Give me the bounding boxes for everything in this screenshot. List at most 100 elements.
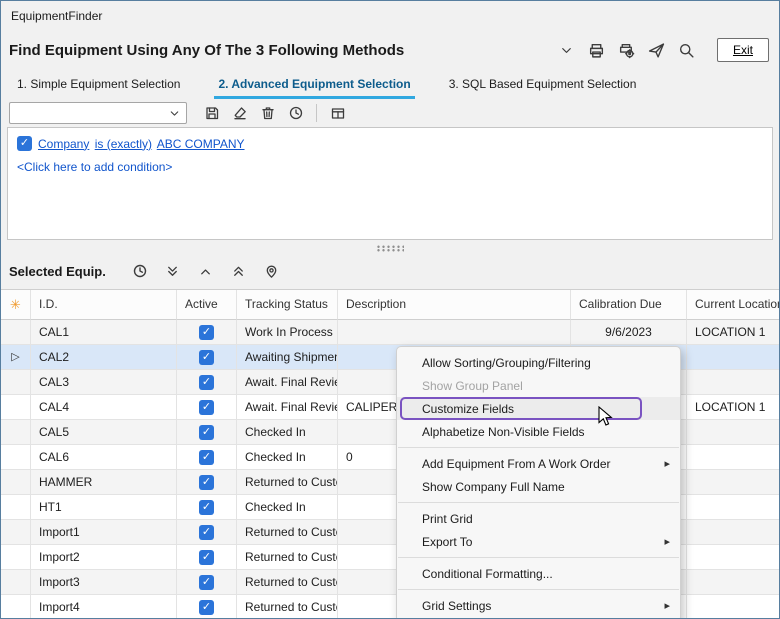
condition-checkbox[interactable]: ✓: [17, 136, 32, 151]
cell-tracking-status: Awaiting Shipmen: [237, 345, 338, 370]
active-checkbox[interactable]: ✓: [199, 575, 214, 590]
splitter-grip-icon: [376, 245, 404, 252]
active-checkbox[interactable]: ✓: [199, 600, 214, 615]
header-row: Find Equipment Using Any Of The 3 Follow…: [9, 33, 769, 67]
cell-tracking-status: Checked In: [237, 445, 338, 470]
active-checkbox[interactable]: ✓: [199, 425, 214, 440]
double-chevron-up-icon[interactable]: [229, 261, 249, 281]
panel-splitter[interactable]: [1, 242, 779, 254]
active-checkbox[interactable]: ✓: [199, 350, 214, 365]
cell-current-location: [687, 570, 779, 595]
check-icon: ✓: [202, 576, 211, 588]
active-checkbox[interactable]: ✓: [199, 450, 214, 465]
cell-current-location: [687, 445, 779, 470]
cell-id: CAL3: [31, 370, 177, 395]
submenu-arrow-icon: ▸: [664, 535, 670, 548]
cell-calibration-due: 9/6/2023: [571, 320, 687, 345]
cell-tracking-status: Returned to Custo: [237, 545, 338, 570]
active-checkbox[interactable]: ✓: [199, 550, 214, 565]
tab-advanced-equipment-selection[interactable]: 2. Advanced Equipment Selection: [214, 73, 414, 99]
row-indicator-icon: ▷: [11, 351, 19, 363]
table-row[interactable]: CAL1✓Work In Process9/6/2023LOCATION 1: [1, 320, 779, 345]
column-header-current-location[interactable]: Current Location: [687, 290, 779, 320]
cell-tracking-status: Await. Final Reviev: [237, 370, 338, 395]
chevron-down-icon[interactable]: [557, 41, 576, 60]
column-header-active[interactable]: Active: [177, 290, 237, 320]
menu-item-conditional-formatting[interactable]: Conditional Formatting...: [397, 562, 680, 585]
location-pin-icon[interactable]: [262, 261, 282, 281]
menu-separator: [398, 502, 679, 503]
active-checkbox[interactable]: ✓: [199, 475, 214, 490]
header-icons: Exit: [557, 38, 769, 62]
cell-active: ✓: [177, 545, 237, 570]
active-checkbox[interactable]: ✓: [199, 400, 214, 415]
row-indicator: [1, 445, 31, 470]
search-icon[interactable]: [677, 41, 696, 60]
cell-id: HAMMER: [31, 470, 177, 495]
exit-button[interactable]: Exit: [717, 38, 769, 62]
menu-item-show-company-full-name[interactable]: Show Company Full Name: [397, 475, 680, 498]
menu-item-print-grid[interactable]: Print Grid: [397, 507, 680, 530]
condition-field-link[interactable]: Company: [38, 137, 89, 151]
menu-item-grid-settings[interactable]: Grid Settings▸: [397, 594, 680, 617]
condition-operator-link[interactable]: is (exactly): [95, 137, 152, 151]
cell-current-location: [687, 345, 779, 370]
page-title: Find Equipment Using Any Of The 3 Follow…: [9, 42, 404, 59]
tab-sql-based-equipment-selection[interactable]: 3. SQL Based Equipment Selection: [445, 73, 641, 99]
chevron-up-icon[interactable]: [196, 261, 216, 281]
column-header-description[interactable]: Description: [338, 290, 571, 320]
print-settings-icon[interactable]: [617, 41, 636, 60]
check-icon: ✓: [202, 401, 211, 413]
eraser-icon[interactable]: [228, 102, 251, 125]
menu-item-label: Show Group Panel: [422, 379, 670, 393]
cell-active: ✓: [177, 495, 237, 520]
menu-item-customize-fields[interactable]: Customize Fields: [397, 397, 680, 420]
active-checkbox[interactable]: ✓: [199, 500, 214, 515]
menu-item-allow-sorting-grouping-filtering[interactable]: Allow Sorting/Grouping/Filtering: [397, 351, 680, 374]
active-checkbox[interactable]: ✓: [199, 525, 214, 540]
active-checkbox[interactable]: ✓: [199, 325, 214, 340]
cell-active: ✓: [177, 420, 237, 445]
active-checkbox[interactable]: ✓: [199, 375, 214, 390]
save-icon[interactable]: [200, 102, 223, 125]
menu-separator: [398, 447, 679, 448]
menu-item-export-to[interactable]: Export To▸: [397, 530, 680, 553]
menu-item-label: Add Equipment From A Work Order: [422, 457, 656, 471]
cell-id: CAL4: [31, 395, 177, 420]
cell-current-location: LOCATION 1: [687, 320, 779, 345]
print-icon[interactable]: [587, 41, 606, 60]
condition-value-link[interactable]: ABC COMPANY: [157, 137, 245, 151]
saved-selection-combobox[interactable]: [9, 102, 187, 124]
send-icon[interactable]: [647, 41, 666, 60]
double-chevron-down-icon[interactable]: [163, 261, 183, 281]
column-header-indicator: ✳: [1, 290, 31, 320]
tab-simple-equipment-selection[interactable]: 1. Simple Equipment Selection: [13, 73, 184, 99]
cell-active: ✓: [177, 520, 237, 545]
cell-id: Import4: [31, 595, 177, 618]
cell-tracking-status: Work In Process: [237, 320, 338, 345]
menu-item-show-group-panel: Show Group Panel: [397, 374, 680, 397]
manage-selections-icon[interactable]: [326, 102, 349, 125]
cell-current-location: [687, 520, 779, 545]
column-header-calibration-due[interactable]: Calibration Due: [571, 290, 687, 320]
grid-header-row: ✳ I.D.ActiveTracking StatusDescriptionCal…: [1, 290, 779, 320]
trash-icon[interactable]: [256, 102, 279, 125]
cell-tracking-status: Returned to Custo: [237, 570, 338, 595]
check-icon: ✓: [202, 426, 211, 438]
cell-tracking-status: Checked In: [237, 495, 338, 520]
cell-id: Import1: [31, 520, 177, 545]
column-header-tracking-status[interactable]: Tracking Status: [237, 290, 338, 320]
clock-icon[interactable]: [130, 261, 150, 281]
clock-icon[interactable]: [284, 102, 307, 125]
customization-sun-icon[interactable]: ✳: [10, 297, 21, 312]
cell-current-location: [687, 545, 779, 570]
selected-equipment-bar: Selected Equip.: [9, 256, 771, 286]
menu-item-add-equipment-from-a-work-order[interactable]: Add Equipment From A Work Order▸: [397, 452, 680, 475]
menu-item-label: Alphabetize Non-Visible Fields: [422, 425, 670, 439]
column-header-i-d[interactable]: I.D.: [31, 290, 177, 320]
submenu-arrow-icon: ▸: [664, 599, 670, 612]
add-condition-link[interactable]: <Click here to add condition>: [17, 160, 763, 174]
row-indicator: [1, 470, 31, 495]
menu-item-label: Allow Sorting/Grouping/Filtering: [422, 356, 670, 370]
menu-item-alphabetize-non-visible-fields[interactable]: Alphabetize Non-Visible Fields: [397, 420, 680, 443]
